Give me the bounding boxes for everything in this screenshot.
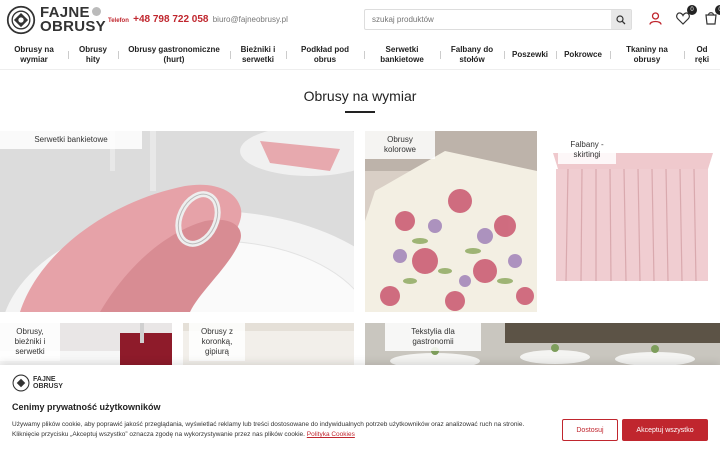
nav-obrusy-hity[interactable]: Obrusy hity	[68, 43, 118, 67]
category-tile-falbany-skirtingi[interactable]: Falbany - skirtingi	[548, 131, 720, 312]
tile-label: Tekstylia dla gastronomii	[385, 323, 481, 351]
title-underline	[345, 111, 375, 113]
tile-label: Obrusy, bieżniki i serwetki	[0, 323, 60, 361]
wishlist-button[interactable]: 0	[674, 5, 697, 27]
category-tile-tekstylia-gastronomia[interactable]: Tekstylia dla gastronomii	[365, 323, 720, 365]
logo-icon	[6, 5, 36, 35]
phone-link[interactable]: +48 798 722 058	[133, 14, 208, 25]
nav-pokrowce[interactable]: Pokrowce	[556, 43, 610, 67]
cookie-title: Cenimy prywatność użytkowników	[12, 402, 161, 412]
napkin-image	[0, 131, 354, 312]
account-button[interactable]	[646, 9, 664, 27]
page-title: Obrusy na wymiar	[303, 88, 417, 104]
tile-label: Obrusy kolorowe	[365, 131, 435, 159]
search-bar	[364, 9, 632, 30]
nav-falbany-do-stolow[interactable]: Falbany do stołów	[440, 43, 504, 67]
cart-count-badge: 0	[715, 5, 720, 15]
search-button[interactable]	[611, 10, 631, 29]
cookie-body: Używamy plików cookie, aby poprawić jako…	[12, 421, 525, 438]
phone-label: Telefon	[108, 18, 129, 24]
logo-dot	[91, 7, 101, 16]
cookie-text: Używamy plików cookie, aby poprawić jako…	[12, 420, 552, 440]
logo-line2: OBRUSY	[40, 18, 106, 35]
search-icon	[616, 14, 626, 24]
cookie-logo-line1: FAJNE	[33, 376, 56, 383]
category-tile-obrusy-bieżniki-serwetki[interactable]: Obrusy, bieżniki i serwetki	[0, 323, 172, 365]
email-link[interactable]: biuro@fajneobrusy.pl	[213, 15, 288, 24]
nav-tkaniny-na-obrusy[interactable]: Tkaniny na obrusy	[610, 43, 684, 67]
cookie-policy-link[interactable]: Polityka Cookies	[307, 431, 355, 438]
logo-icon	[12, 374, 30, 392]
category-tile-serwetki-bankietowe[interactable]: Serwetki bankietowe	[0, 131, 354, 312]
nav-obrusy-gastronomiczne[interactable]: Obrusy gastronomiczne (hurt)	[118, 43, 230, 67]
category-tile-obrusy-z-koronka[interactable]: Obrusy z koronką, gipiurą	[183, 323, 354, 365]
nav-obrusy-na-wymiar[interactable]: Obrusy na wymiar	[0, 43, 68, 67]
nav-poszewki[interactable]: Poszewki	[504, 43, 556, 67]
search-input[interactable]	[365, 10, 611, 29]
tile-label: Obrusy z koronką, gipiurą	[189, 323, 245, 361]
category-tile-obrusy-kolorowe[interactable]: Obrusy kolorowe	[365, 131, 537, 312]
wishlist-count-badge: 0	[687, 5, 697, 15]
cookie-logo-text: FAJNE OBRUSY	[33, 376, 63, 390]
top-bar: FAJNE OBRUSY Telefon +48 798 722 058 biu…	[0, 0, 720, 40]
tile-label: Falbany - skirtingi	[558, 136, 616, 164]
logo-text: FAJNE OBRUSY	[40, 5, 106, 35]
nav-od-reki[interactable]: Od ręki	[684, 43, 720, 67]
customize-cookies-button[interactable]: Dostosuj	[562, 419, 618, 441]
nav-serwetki-bankietowe[interactable]: Serwetki bankietowe	[364, 43, 440, 67]
main-nav: Obrusy na wymiar Obrusy hity Obrusy gast…	[0, 40, 720, 70]
site-logo[interactable]: FAJNE OBRUSY	[6, 3, 106, 37]
contact-info: Telefon +48 798 722 058 biuro@fajneobrus…	[108, 14, 288, 25]
nav-podklad-pod-obrus[interactable]: Podkład pod obrus	[286, 43, 364, 67]
tile-label: Serwetki bankietowe	[0, 131, 142, 149]
cookie-logo: FAJNE OBRUSY	[12, 374, 63, 392]
cart-button[interactable]: 0	[702, 5, 720, 27]
nav-bieżniki-i-serwetki[interactable]: Bieżniki i serwetki	[230, 43, 286, 67]
accept-all-cookies-button[interactable]: Akceptuj wszystko	[622, 419, 708, 441]
user-icon	[648, 11, 662, 25]
cookie-logo-line2: OBRUSY	[33, 383, 63, 390]
header-icons: 0 0	[646, 5, 720, 27]
